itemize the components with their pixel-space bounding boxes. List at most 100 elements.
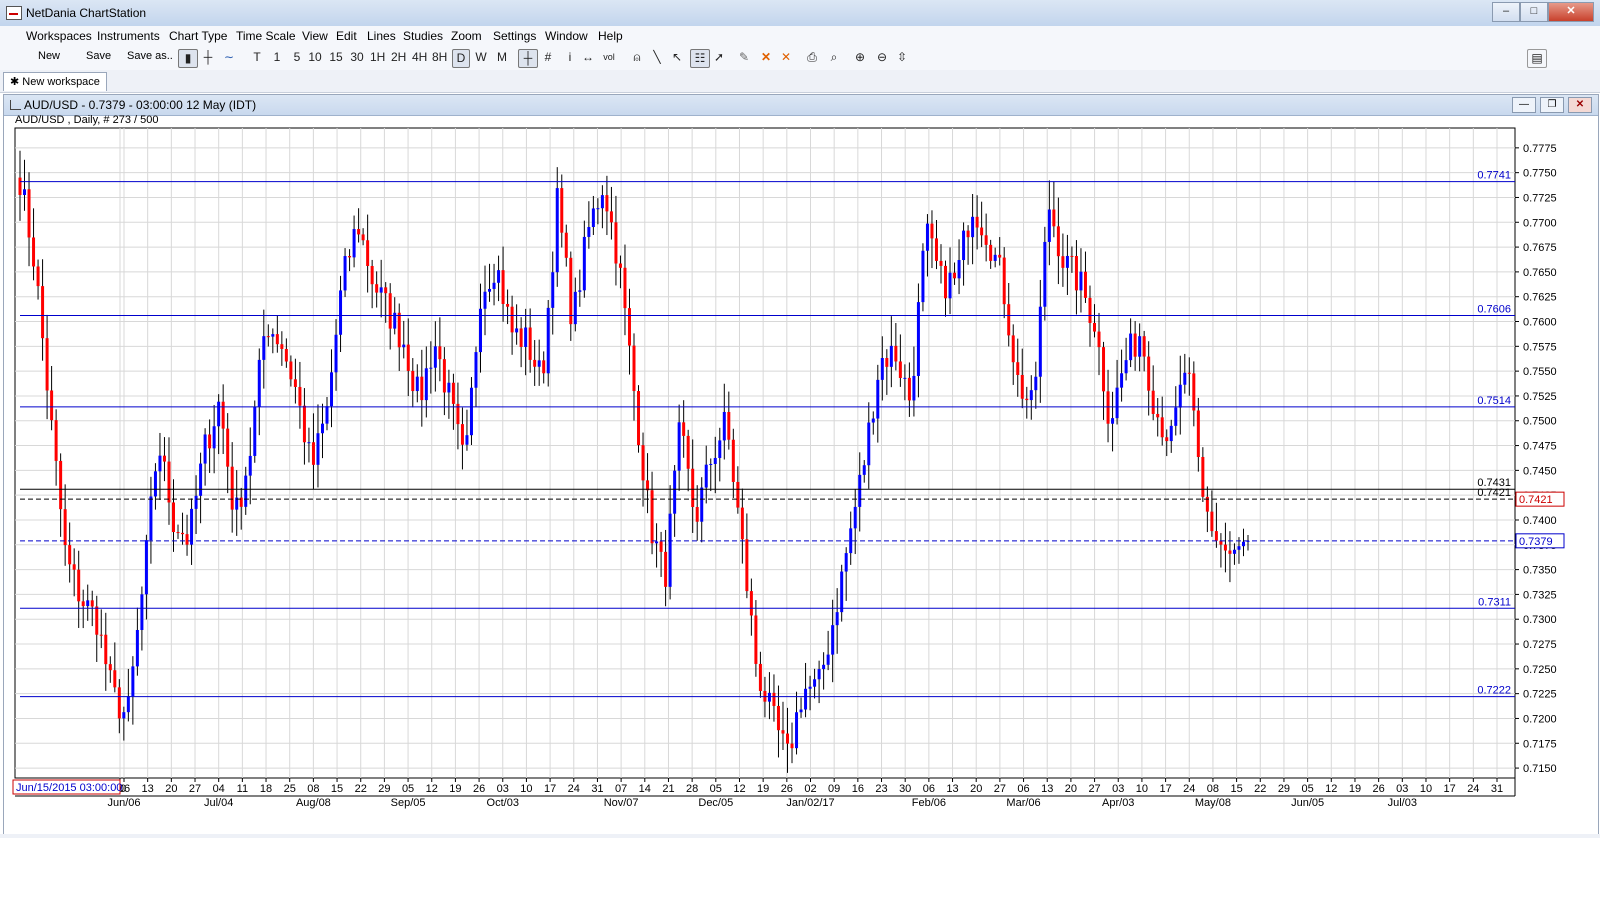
x-tick-label: 31	[591, 783, 603, 795]
candle-body	[862, 465, 866, 475]
candle-body	[217, 401, 221, 427]
candle-body	[1138, 336, 1142, 357]
candle-body	[1201, 456, 1205, 497]
candle-body	[135, 629, 139, 667]
candle-body	[659, 541, 663, 552]
candle-body	[582, 236, 586, 291]
candle-body	[1160, 417, 1164, 438]
candle-body	[925, 223, 929, 251]
x-tick-label: 15	[1230, 783, 1242, 795]
x-tick-label: 12	[1325, 783, 1337, 795]
candle-body	[1007, 304, 1011, 336]
candle-body	[1187, 372, 1191, 374]
candle-body	[1156, 413, 1160, 418]
candle-body	[194, 495, 198, 509]
x-tick-label: 23	[875, 783, 887, 795]
candle-body	[569, 257, 573, 325]
candle-body	[871, 418, 875, 423]
candle-body	[786, 733, 789, 744]
candle-body	[1070, 255, 1074, 257]
candle-body	[181, 532, 185, 535]
candle-body	[1115, 387, 1119, 419]
y-tick-label: 0.7225	[1523, 689, 1557, 701]
candle-body	[32, 237, 36, 267]
candle-body	[438, 346, 442, 360]
candle	[921, 243, 925, 312]
candle-body	[307, 442, 311, 444]
candle-body	[826, 654, 830, 665]
candle-body	[817, 669, 821, 680]
candle-body	[384, 287, 388, 294]
x-tick-label: 12	[733, 783, 745, 795]
candle-body	[614, 222, 618, 264]
candle-body	[320, 423, 324, 434]
candle-body	[930, 223, 934, 239]
x-tick-label: 20	[1065, 783, 1077, 795]
price-marker-text: 0.7379	[1519, 536, 1553, 548]
candle-body	[1178, 384, 1182, 408]
x-month-label: Dec/05	[698, 797, 733, 809]
candle-body	[573, 291, 577, 325]
candle-body	[1120, 373, 1124, 388]
candle-body	[695, 507, 699, 522]
candle-body	[316, 433, 320, 465]
candle-body	[745, 539, 749, 592]
x-tick-label: 28	[686, 783, 698, 795]
candle-body	[1129, 333, 1133, 361]
x-tick-label: 03	[1112, 783, 1124, 795]
candle-body	[50, 390, 54, 421]
candle-body	[158, 455, 162, 472]
candle-body	[537, 360, 541, 367]
candle-body	[167, 461, 171, 503]
candle-body	[655, 541, 659, 544]
candle-body	[668, 513, 672, 587]
candle-body	[339, 290, 343, 335]
x-tick-label: 02	[804, 783, 816, 795]
candle-body	[469, 387, 473, 436]
x-tick-label: 22	[355, 783, 367, 795]
level-label: 0.7514	[1477, 395, 1511, 407]
x-tick-label: 05	[402, 783, 414, 795]
candle-body	[853, 506, 857, 529]
candle-body	[1079, 271, 1083, 291]
x-month-label: Feb/06	[912, 797, 946, 809]
candle-body	[1052, 209, 1056, 227]
x-tick-label: 20	[970, 783, 982, 795]
candle-body	[876, 379, 880, 419]
candle-body	[1065, 255, 1069, 268]
x-month-label: Jun/06	[107, 797, 140, 809]
x-tick-label: 22	[1254, 783, 1266, 795]
candle-body	[962, 230, 966, 261]
candle-body	[262, 336, 266, 360]
candle-body	[176, 532, 180, 534]
candle-body	[212, 426, 216, 449]
candle-body	[1111, 418, 1115, 424]
x-month-label: Jul/03	[1388, 797, 1417, 809]
candle-body	[1124, 360, 1128, 374]
x-tick-label: 19	[1349, 783, 1361, 795]
x-tick-label: 25	[284, 783, 296, 795]
x-tick-label: 10	[1420, 783, 1432, 795]
candle-body	[81, 601, 85, 607]
candle-body	[488, 288, 492, 292]
candle-body	[415, 376, 419, 392]
candle-body	[1056, 226, 1060, 257]
candle-body	[185, 534, 189, 545]
x-tick-label: 09	[828, 783, 840, 795]
candle-body	[302, 405, 306, 443]
y-tick-label: 0.7700	[1523, 217, 1557, 229]
candle-body	[1169, 425, 1173, 442]
candle-body	[605, 195, 609, 212]
price-marker: 0.7379	[1515, 533, 1565, 549]
price-chart[interactable]: 0.7775 0.7750 0.7725 0.7700 0.7675 0.7650 0.76…	[0, 0, 1600, 900]
candle-body	[934, 238, 938, 261]
candle-body	[519, 328, 523, 347]
candle-body	[564, 232, 568, 258]
candle-body	[1043, 241, 1047, 307]
x-tick-label: 26	[473, 783, 485, 795]
candle-body	[754, 615, 758, 664]
candle-body	[361, 234, 365, 241]
candle-body	[555, 188, 559, 273]
x-tick-label: 16	[852, 783, 864, 795]
candle-body	[849, 528, 853, 554]
